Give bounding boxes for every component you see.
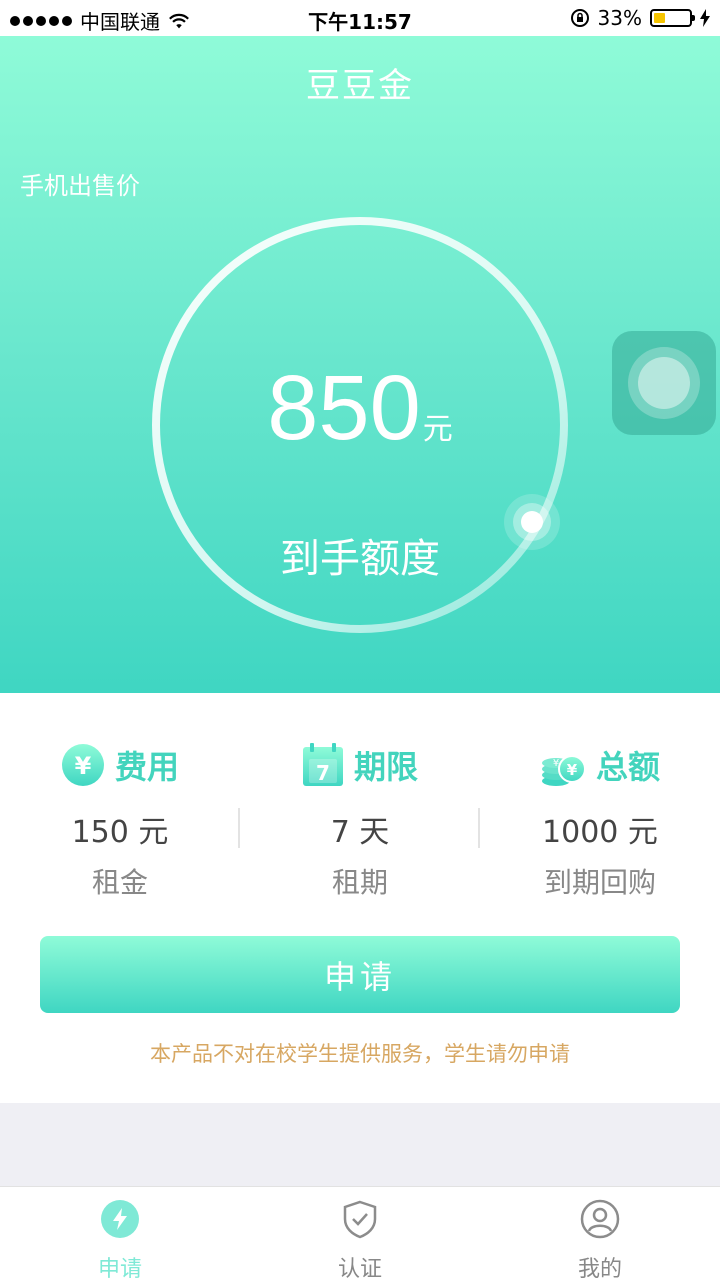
summary-term: 7 期限 7 天 租期	[240, 737, 480, 901]
tab-label: 认证	[337, 1257, 382, 1280]
user-icon	[580, 1199, 620, 1239]
shield-check-icon	[343, 1200, 377, 1239]
lightning-icon	[101, 1200, 139, 1238]
term-sub: 租期	[331, 866, 388, 899]
status-right: 33%	[570, 6, 710, 30]
fee-title: 费用	[114, 748, 179, 786]
battery-fill	[654, 13, 666, 23]
battery-icon	[650, 9, 695, 27]
assistive-touch-button[interactable]	[612, 331, 716, 435]
student-notice: 本产品不对在校学生提供服务，学生请勿申请	[150, 1042, 570, 1066]
tab-mine[interactable]: 我的	[480, 1199, 720, 1280]
total-sub: 到期回购	[543, 866, 656, 899]
summary-fee: ¥ 费用 150 元 租金	[0, 737, 240, 901]
fee-value: 150 元	[71, 815, 169, 850]
status-bar: 中国联通 下午11:57 33%	[0, 0, 720, 36]
rotation-lock-icon	[570, 9, 589, 27]
coin-stack-icon: ¥ ¥	[541, 755, 586, 786]
total-value: 1000 元	[542, 815, 658, 850]
apply-button[interactable]: 申请	[40, 936, 680, 1013]
summary-total: ¥ ¥ 总额 1000 元 到期回购	[480, 737, 720, 901]
loan-summary: ¥ 费用 150 元 租金 7 期限 7 天 租期 ¥ ¥ 总额 1000 元 …	[0, 693, 720, 1103]
tab-verify[interactable]: 认证	[240, 1199, 480, 1280]
term-value: 7 天	[330, 815, 390, 850]
battery-percent: 33%	[597, 6, 642, 30]
svg-text:¥: ¥	[567, 761, 578, 779]
tab-label: 我的	[577, 1257, 622, 1280]
yen-coin-icon: ¥	[61, 744, 104, 786]
charging-icon	[700, 9, 710, 27]
fee-sub: 租金	[91, 866, 148, 899]
tab-bar: 申请 认证 我的	[0, 1186, 720, 1280]
amount-unit: 元	[422, 412, 453, 447]
tab-label: 申请	[97, 1257, 142, 1280]
price-label: 手机出售价	[20, 172, 140, 200]
svg-text:¥: ¥	[75, 752, 92, 780]
amount-value: 850	[267, 357, 421, 459]
empty-area	[0, 1103, 720, 1186]
amount-label: 到手额度	[280, 536, 440, 582]
total-title: 总额	[595, 748, 660, 786]
calendar-icon: 7	[302, 743, 343, 786]
page-title: 豆豆金	[306, 66, 414, 106]
tab-apply[interactable]: 申请	[0, 1199, 240, 1280]
svg-text:7: 7	[316, 761, 330, 785]
term-title: 期限	[353, 748, 418, 786]
